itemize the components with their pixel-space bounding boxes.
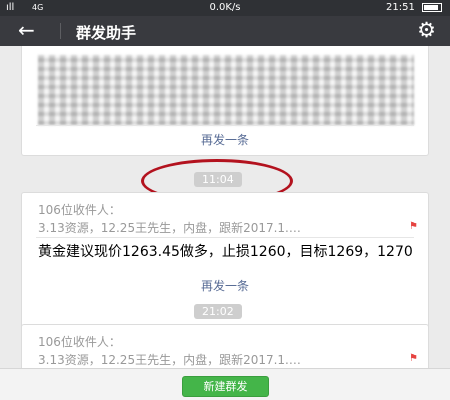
resend-link[interactable]: 再发一条	[22, 131, 428, 148]
resend-link[interactable]: 再发一条	[22, 277, 428, 294]
network-speed: 0.0K/s	[209, 2, 241, 13]
clock: 21:51	[385, 2, 415, 13]
title-divider	[60, 23, 61, 39]
message-card: 再发一条	[21, 46, 429, 156]
recipient-count: 106位收件人：	[38, 203, 121, 217]
back-arrow-icon[interactable]: ←	[18, 20, 35, 40]
message-text: 黄金建议现价1263.45做多，止损1260，目标1269，1270	[38, 244, 413, 260]
blurred-message-content	[38, 55, 414, 125]
card-divider	[36, 125, 414, 126]
new-broadcast-button[interactable]: 新建群发	[182, 376, 269, 397]
recipient-list[interactable]: 3.13资源，12.25王先生，内盘，跟新2017.1.…	[38, 219, 301, 236]
time-stamp: 21:02	[194, 304, 242, 319]
bottom-bar: 新建群发	[0, 368, 450, 400]
page-title: 群发助手	[76, 24, 137, 42]
flag-icon: ⚑	[409, 221, 418, 232]
recipient-list[interactable]: 3.13资源，12.25王先生，内盘，跟新2017.1.…	[38, 351, 301, 368]
battery-icon	[422, 2, 442, 12]
battery-fill	[424, 4, 439, 10]
status-right: 21:51	[386, 2, 442, 13]
title-bar: ← 群发助手 ⚙	[0, 16, 450, 46]
recipient-count: 106位收件人：	[38, 335, 121, 349]
status-bar: ıll 4G 0.0K/s 21:51	[0, 0, 450, 16]
gear-icon[interactable]: ⚙	[417, 20, 436, 41]
flag-icon: ⚑	[409, 353, 418, 364]
message-card: 106位收件人： 3.13资源，12.25王先生，内盘，跟新2017.1.… ⚑	[21, 324, 429, 368]
card-divider	[36, 237, 414, 238]
message-card: 106位收件人： 3.13资源，12.25王先生，内盘，跟新2017.1.… ⚑…	[21, 192, 429, 342]
message-list[interactable]: 再发一条 11:04 106位收件人： 3.13资源，12.25王先生，内盘，跟…	[0, 46, 450, 368]
